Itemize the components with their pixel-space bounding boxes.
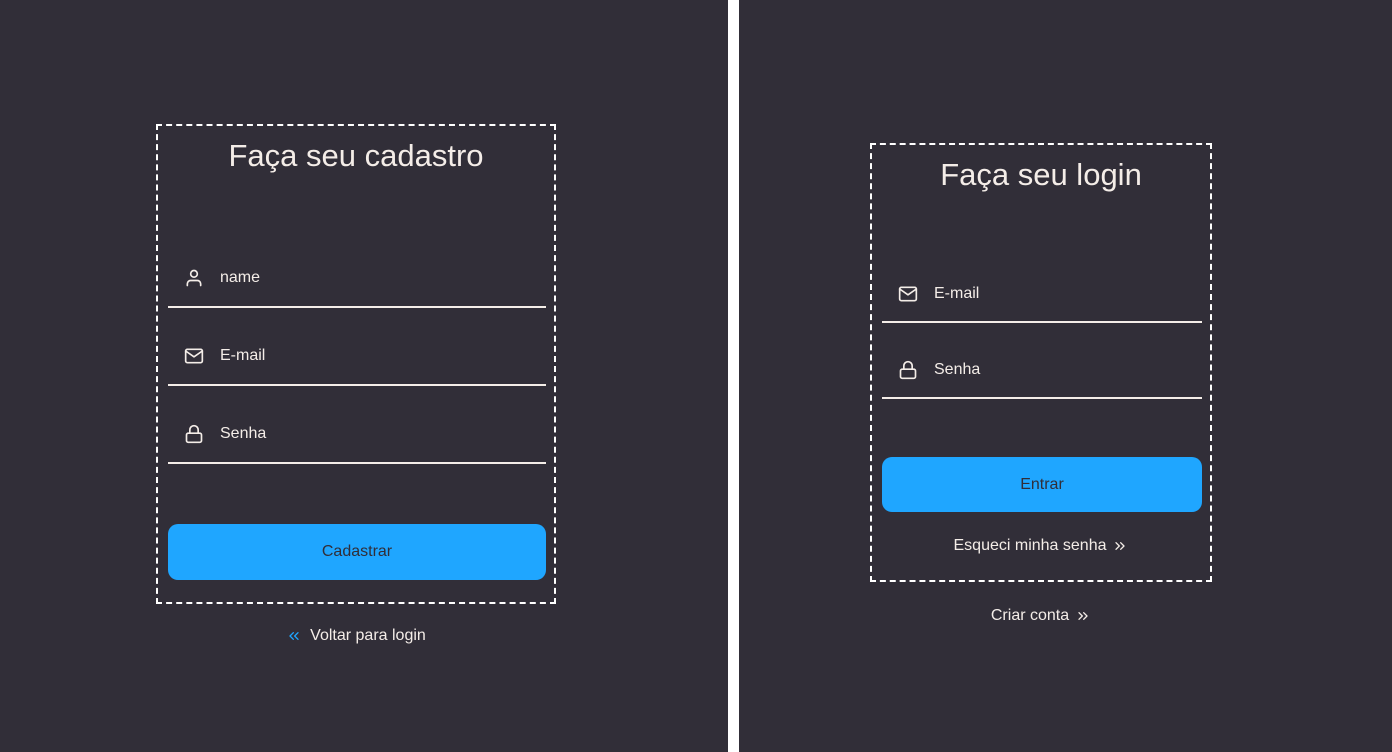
user-icon bbox=[184, 268, 204, 288]
password-input[interactable] bbox=[934, 358, 1202, 382]
forgot-password-label: Esqueci minha senha bbox=[953, 537, 1107, 554]
name-field[interactable] bbox=[168, 250, 546, 308]
mail-icon bbox=[184, 346, 204, 366]
chevrons-right-icon bbox=[1115, 542, 1126, 550]
lock-icon bbox=[898, 360, 918, 380]
password-field[interactable] bbox=[168, 406, 546, 464]
email-field[interactable] bbox=[882, 267, 1202, 323]
email-field[interactable] bbox=[168, 328, 546, 386]
back-to-login-label: Voltar para login bbox=[310, 627, 426, 644]
login-panel: Faça seu login Entrar Esqueci minha sen bbox=[739, 0, 1392, 752]
email-input[interactable] bbox=[220, 344, 546, 368]
create-account-link[interactable]: Criar conta bbox=[870, 607, 1212, 625]
login-button[interactable]: Entrar bbox=[882, 457, 1202, 512]
register-form: Faça seu cadastro name E-mail Cadastrar bbox=[156, 124, 556, 604]
create-account-label: Criar conta bbox=[990, 607, 1070, 624]
password-field[interactable] bbox=[882, 343, 1202, 399]
chevrons-right-icon bbox=[1078, 612, 1088, 620]
register-panel: Faça seu cadastro name E-mail Cadastrar … bbox=[0, 0, 728, 752]
lock-icon bbox=[184, 424, 204, 444]
login-title: Faça seu login bbox=[940, 157, 1142, 192]
chevrons-left-icon bbox=[289, 632, 299, 640]
name-input[interactable] bbox=[220, 266, 546, 290]
back-to-login-link[interactable]: Voltar para login bbox=[156, 627, 556, 645]
mail-icon bbox=[898, 284, 918, 304]
register-title: Faça seu cadastro bbox=[228, 138, 484, 173]
password-input[interactable] bbox=[220, 422, 546, 446]
login-form: Faça seu login Entrar Esqueci minha sen bbox=[870, 143, 1212, 582]
email-input[interactable] bbox=[934, 282, 1202, 306]
forgot-password-link[interactable]: Esqueci minha senha bbox=[872, 537, 1210, 555]
register-button[interactable]: Cadastrar bbox=[168, 524, 546, 580]
